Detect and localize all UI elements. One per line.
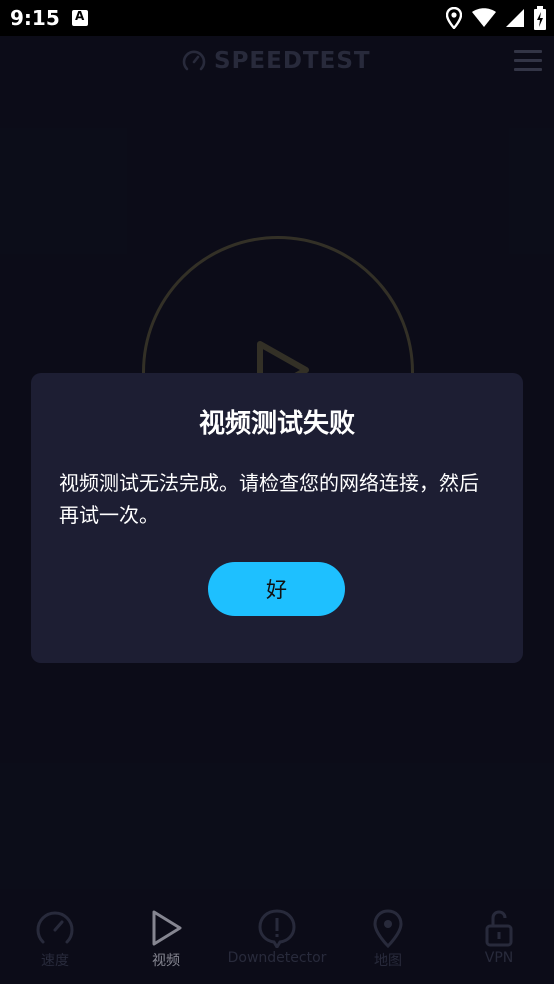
status-time: 9:15 — [10, 6, 60, 30]
error-dialog: 视频测试失败 视频测试无法完成。请检查您的网络连接，然后再试一次。 好 — [31, 373, 523, 663]
notification-icon — [72, 9, 88, 26]
battery-charging-icon — [534, 6, 546, 30]
dialog-title: 视频测试失败 — [198, 409, 355, 439]
ok-button[interactable]: 好 — [208, 562, 345, 616]
status-bar: 9:15 — [0, 0, 554, 36]
location-icon — [446, 7, 462, 29]
wifi-icon — [472, 8, 496, 27]
signal-icon — [506, 9, 524, 27]
dialog-message: 视频测试无法完成。请检查您的网络连接，然后再试一次。 — [59, 471, 479, 527]
status-icons — [446, 6, 546, 30]
